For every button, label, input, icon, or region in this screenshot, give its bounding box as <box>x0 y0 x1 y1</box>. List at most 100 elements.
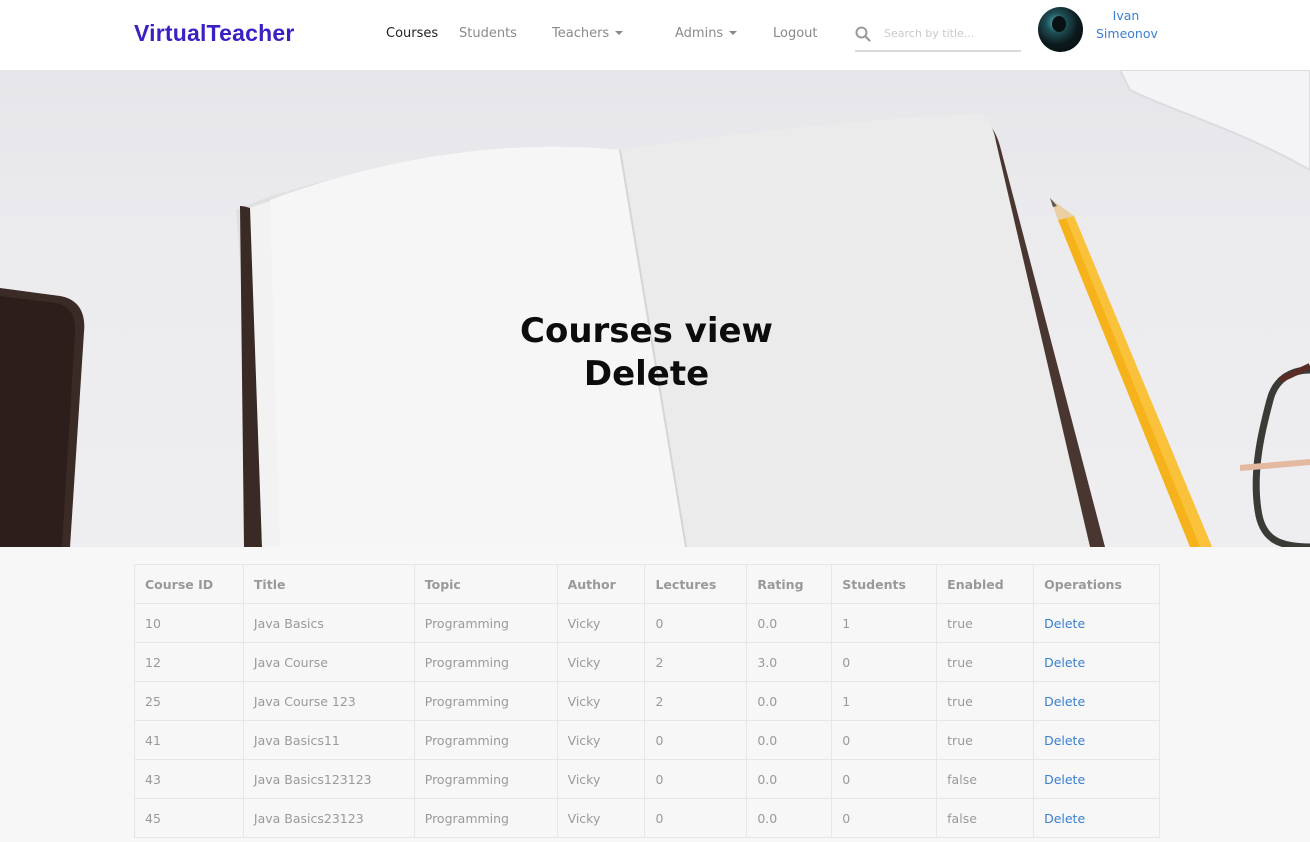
cell-enabled: true <box>936 603 1035 643</box>
cell-lectures: 0 <box>644 603 748 643</box>
table-row: 12 Java Course Programming Vicky 2 3.0 0… <box>134 642 1160 682</box>
header-course-id: Course ID <box>134 564 244 604</box>
header-operations: Operations <box>1033 564 1160 604</box>
cell-enabled: false <box>936 759 1035 799</box>
nav-logout[interactable]: Logout <box>773 26 818 41</box>
hero-title-line1: Courses view <box>520 311 773 351</box>
header-students: Students <box>831 564 938 604</box>
hero-banner: Courses view Delete <box>0 70 1310 547</box>
cell-title: Java Course <box>242 642 415 682</box>
cell-course-id: 25 <box>134 681 244 721</box>
cell-rating: 0.0 <box>746 681 833 721</box>
brand-logo[interactable]: VirtualTeacher <box>134 20 294 47</box>
courses-table-container: Course ID Title Topic Author Lectures Ra… <box>134 564 1160 838</box>
cell-enabled: true <box>936 642 1035 682</box>
search-input[interactable] <box>884 22 1018 44</box>
cell-author: Vicky <box>556 759 646 799</box>
header-lectures: Lectures <box>644 564 748 604</box>
nav-students[interactable]: Students <box>459 26 517 41</box>
cell-students: 0 <box>831 720 938 760</box>
header-topic: Topic <box>413 564 558 604</box>
cell-title: Java Course 123 <box>242 681 415 721</box>
cell-author: Vicky <box>556 681 646 721</box>
cell-rating: 3.0 <box>746 642 833 682</box>
cell-author: Vicky <box>556 642 646 682</box>
courses-table: Course ID Title Topic Author Lectures Ra… <box>134 564 1160 838</box>
cell-lectures: 0 <box>644 798 748 838</box>
cell-lectures: 0 <box>644 720 748 760</box>
search-box <box>855 16 1021 52</box>
cell-operations: Delete <box>1033 642 1160 682</box>
cell-students: 1 <box>831 603 938 643</box>
delete-course-link[interactable]: Delete <box>1044 811 1085 826</box>
cell-course-id: 45 <box>134 798 244 838</box>
cell-author: Vicky <box>556 798 646 838</box>
table-row: 10 Java Basics Programming Vicky 0 0.0 1… <box>134 603 1160 643</box>
header-author: Author <box>556 564 646 604</box>
cell-author: Vicky <box>556 603 646 643</box>
nav-admins-dropdown[interactable]: Admins <box>675 26 738 41</box>
nav-teachers-label: Teachers <box>552 26 610 41</box>
cell-enabled: true <box>936 681 1035 721</box>
cell-topic: Programming <box>413 720 558 760</box>
cell-title: Java Basics123123 <box>242 759 415 799</box>
caret-down-icon <box>615 30 624 35</box>
hero-background-image <box>0 70 1310 547</box>
table-row: 45 Java Basics23123 Programming Vicky 0 … <box>134 798 1160 838</box>
table-row: 41 Java Basics11 Programming Vicky 0 0.0… <box>134 720 1160 760</box>
cell-operations: Delete <box>1033 798 1160 838</box>
table-row: 25 Java Course 123 Programming Vicky 2 0… <box>134 681 1160 721</box>
hero-title-line2: Delete <box>583 354 710 394</box>
cell-topic: Programming <box>413 642 558 682</box>
table-header-row: Course ID Title Topic Author Lectures Ra… <box>134 564 1160 604</box>
user-name-link[interactable]: Ivan Simeonov <box>1096 7 1158 43</box>
cell-course-id: 41 <box>134 720 244 760</box>
cell-rating: 0.0 <box>746 759 833 799</box>
cell-students: 0 <box>831 798 938 838</box>
delete-course-link[interactable]: Delete <box>1044 772 1085 787</box>
cell-rating: 0.0 <box>746 603 833 643</box>
caret-down-icon <box>729 30 738 35</box>
cell-topic: Programming <box>413 798 558 838</box>
cell-enabled: false <box>936 798 1035 838</box>
cell-lectures: 2 <box>644 642 748 682</box>
cell-students: 1 <box>831 681 938 721</box>
user-last-name: Simeonov <box>1096 26 1158 41</box>
cell-author: Vicky <box>556 720 646 760</box>
cell-course-id: 10 <box>134 603 244 643</box>
user-first-name: Ivan <box>1112 8 1140 23</box>
cell-lectures: 0 <box>644 759 748 799</box>
delete-course-link[interactable]: Delete <box>1044 655 1085 670</box>
cell-operations: Delete <box>1033 681 1160 721</box>
nav-courses[interactable]: Courses <box>386 26 438 41</box>
cell-title: Java Basics <box>242 603 415 643</box>
cell-topic: Programming <box>413 681 558 721</box>
table-row: 43 Java Basics123123 Programming Vicky 0… <box>134 759 1160 799</box>
cell-lectures: 2 <box>644 681 748 721</box>
cell-topic: Programming <box>413 759 558 799</box>
cell-operations: Delete <box>1033 603 1160 643</box>
navbar: VirtualTeacher Courses Students Teachers… <box>0 0 1310 70</box>
avatar[interactable] <box>1038 7 1083 52</box>
header-enabled: Enabled <box>936 564 1035 604</box>
delete-course-link[interactable]: Delete <box>1044 733 1085 748</box>
delete-course-link[interactable]: Delete <box>1044 616 1085 631</box>
cell-enabled: true <box>936 720 1035 760</box>
nav-admins-label: Admins <box>675 26 724 41</box>
cell-rating: 0.0 <box>746 798 833 838</box>
cell-title: Java Basics11 <box>242 720 415 760</box>
header-rating: Rating <box>746 564 833 604</box>
cell-students: 0 <box>831 759 938 799</box>
search-icon[interactable] <box>855 26 871 42</box>
cell-course-id: 43 <box>134 759 244 799</box>
cell-operations: Delete <box>1033 720 1160 760</box>
cell-title: Java Basics23123 <box>242 798 415 838</box>
cell-students: 0 <box>831 642 938 682</box>
nav-teachers-dropdown[interactable]: Teachers <box>552 26 624 41</box>
cell-topic: Programming <box>413 603 558 643</box>
header-title: Title <box>242 564 415 604</box>
delete-course-link[interactable]: Delete <box>1044 694 1085 709</box>
hero-title: Courses view Delete <box>0 310 1293 396</box>
cell-course-id: 12 <box>134 642 244 682</box>
cell-operations: Delete <box>1033 759 1160 799</box>
